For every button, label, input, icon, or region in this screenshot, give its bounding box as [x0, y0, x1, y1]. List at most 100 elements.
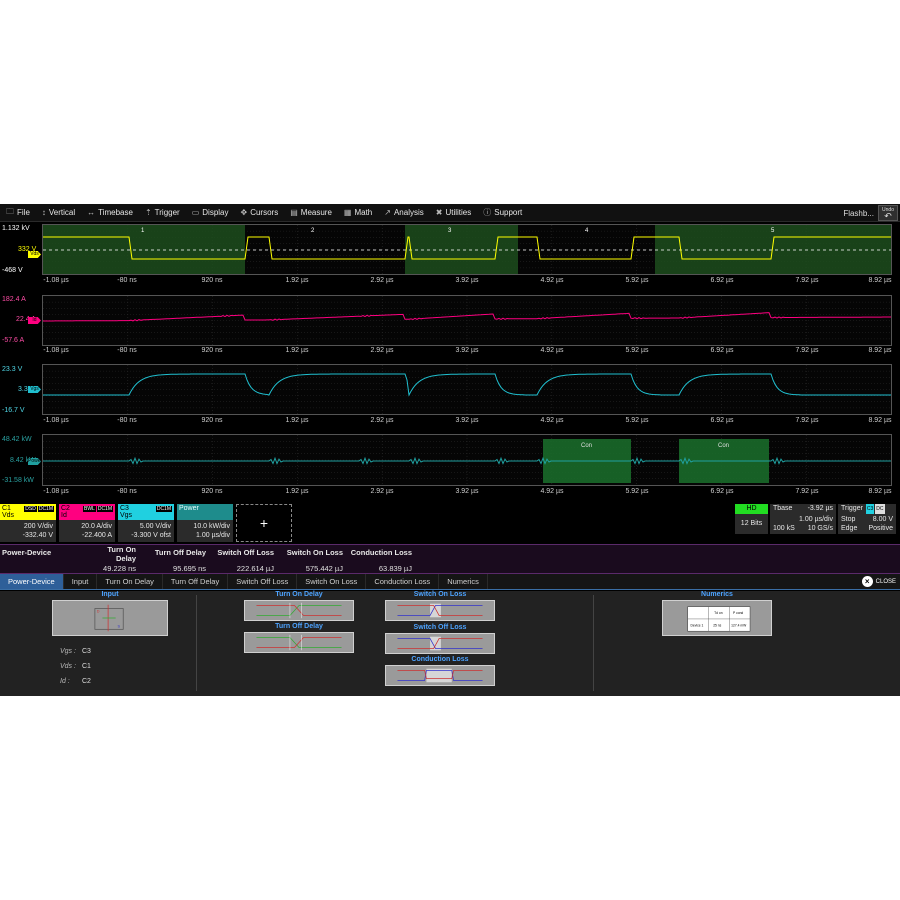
vds-grid[interactable]: 12345: [42, 224, 892, 275]
vds-top-label: 1.132 kV: [2, 225, 30, 232]
channel-id: C1: [2, 505, 11, 512]
conduction-loss-thumbnail[interactable]: [385, 665, 495, 686]
timebase-status[interactable]: Tbase -3.92 µs 1.00 µs/div 100 kS 10 GS/s: [770, 504, 836, 534]
vgs-source[interactable]: Vgs : C3: [60, 648, 91, 655]
vgs-bot-label: -16.7 V: [2, 407, 25, 414]
time-axis-3: -1.08 µs -80 ns 920 ns 1.92 µs 2.92 µs 3.92 µ…: [42, 417, 892, 426]
numerics-header-2: P cond: [733, 611, 743, 615]
conduction-loss-value[interactable]: 63.839 µJ: [344, 564, 412, 573]
switch-off-loss-thumbnail[interactable]: [385, 633, 495, 654]
id-grid[interactable]: [42, 295, 892, 346]
input-schematic-thumbnail[interactable]: D S: [52, 600, 168, 636]
channel-offset: 1.00 µs/div: [196, 532, 230, 539]
numerics-thumbnail[interactable]: Td on P cond Device 1 25 ns 127.4 mW: [662, 600, 772, 636]
channel-c1-header: C1 DSD DC1M Vds: [0, 504, 56, 520]
menu-vertical[interactable]: ↕ Vertical: [36, 204, 81, 222]
time-axis-1: -1.08 µs -80 ns 920 ns 1.92 µs 2.92 µs 3.92 µ…: [42, 277, 892, 286]
menu-trigger[interactable]: ⇡ Trigger: [139, 204, 186, 222]
menu-label: Analysis: [393, 208, 424, 217]
tab-switch-off-loss[interactable]: Switch Off Loss: [228, 574, 298, 589]
menu-utilities[interactable]: ✖ Utilities: [430, 204, 477, 222]
channel-id: C3: [120, 505, 129, 512]
time-tick-label: 5.92 µs: [625, 347, 649, 354]
turn-off-delay-header: Turn Off Delay: [154, 548, 206, 557]
switch-on-loss-thumbnail[interactable]: [385, 600, 495, 621]
time-tick-label: 3.92 µs: [455, 417, 479, 424]
time-tick-label: 4.92 µs: [540, 417, 564, 424]
channel-name: Vgs: [120, 512, 133, 519]
measurement-row-label[interactable]: Power-Device: [2, 548, 51, 557]
vds-trace-marker[interactable]: Vds: [28, 251, 41, 258]
vds-source[interactable]: Vds : C1: [60, 663, 91, 670]
flashback-button[interactable]: Flashb...: [843, 209, 874, 218]
tab-numerics[interactable]: Numerics: [439, 574, 488, 589]
switch-off-loss-value[interactable]: 222.614 µJ: [212, 564, 274, 573]
undo-icon: ↶: [884, 211, 892, 221]
waveform-plot: 12345: [43, 225, 891, 274]
menu-analysis[interactable]: ↗ Analysis: [378, 204, 430, 222]
trigger-status[interactable]: Trigger C3 DC Stop 8.00 V Edge Positive: [838, 504, 896, 534]
vgs-grid[interactable]: [42, 364, 892, 415]
turn-on-delay-thumbnail[interactable]: [244, 600, 354, 621]
source-label: Id :: [60, 678, 70, 685]
menu-math[interactable]: ▦ Math: [338, 204, 378, 222]
turn-on-delay-title: Turn On Delay: [275, 591, 323, 598]
time-tick-label: -1.08 µs: [43, 277, 69, 284]
time-tick-label: -80 ns: [117, 347, 137, 354]
turn-off-delay-graphic: [256, 634, 342, 651]
vgs-trace-marker[interactable]: Vgs: [28, 386, 41, 393]
channel-power-descriptor[interactable]: Power 10.0 kW/div 1.00 µs/div: [177, 504, 233, 542]
time-tick-label: 7.92 µs: [795, 417, 819, 424]
oscilloscope-screen: 🗀 File ↕ Vertical ↔ Timebase ⇡ Trigger ▭ Disp…: [0, 204, 900, 696]
hd-status[interactable]: HD 12 Bits: [735, 504, 768, 534]
turn-off-delay-thumbnail[interactable]: [244, 632, 354, 653]
time-tick-label: 6.92 µs: [710, 347, 734, 354]
channel-tag: BWL: [82, 506, 96, 512]
tab-power-device[interactable]: Power-Device: [0, 574, 64, 589]
channel-c2-descriptor[interactable]: C2 BWL DC1M Id 20.0 A/div -22.400 A: [59, 504, 115, 542]
channel-offset: -3.300 V ofst: [131, 532, 171, 539]
channel-c3-descriptor[interactable]: C3 DC1M Vgs 5.00 V/div -3.300 V ofst: [118, 504, 174, 542]
undo-button[interactable]: Undo ↶: [878, 205, 898, 221]
turn-on-delay-value[interactable]: 49.228 ns: [90, 564, 136, 573]
menu-file[interactable]: 🗀 File: [0, 204, 36, 222]
turn-off-delay-value[interactable]: 95.695 ns: [146, 564, 206, 573]
power-trace-marker[interactable]: Power: [28, 458, 41, 465]
id-source[interactable]: Id : C2: [60, 678, 91, 685]
channel-offset: -22.400 A: [82, 532, 112, 539]
id-trace-marker[interactable]: Id: [28, 317, 41, 324]
channel-tag: DC1M: [96, 506, 113, 512]
menu-timebase[interactable]: ↔ Timebase: [81, 204, 139, 222]
measure-icon: ▤: [290, 208, 298, 217]
trigger-label: Trigger: [841, 505, 863, 512]
tab-input[interactable]: Input: [64, 574, 98, 589]
time-tick-label: 2.92 µs: [370, 488, 394, 495]
close-label: CLOSE: [875, 578, 896, 585]
source-value: C3: [81, 648, 91, 655]
input-section-title: Input: [101, 591, 119, 598]
tab-turn-on-delay[interactable]: Turn On Delay: [97, 574, 163, 589]
menu-display[interactable]: ▭ Display: [186, 204, 235, 222]
time-tick-label: -80 ns: [117, 277, 137, 284]
switch-on-loss-title: Switch On Loss: [413, 591, 467, 598]
add-trace-button[interactable]: +: [236, 504, 292, 542]
math-icon: ▦: [343, 208, 352, 217]
tab-turn-off-delay[interactable]: Turn Off Delay: [163, 574, 229, 589]
tab-switch-on-loss[interactable]: Switch On Loss: [297, 574, 367, 589]
channel-offset: -332.40 V: [22, 532, 53, 539]
power-grid[interactable]: Con Con: [42, 434, 892, 486]
id-bot-label: -57.6 A: [2, 337, 25, 344]
close-button[interactable]: × CLOSE: [861, 576, 896, 587]
channel-id: C2: [61, 505, 70, 512]
time-tick-label: 6.92 µs: [710, 277, 734, 284]
switch-on-loss-value[interactable]: 575.442 µJ: [278, 564, 343, 573]
menu-label: Measure: [300, 208, 332, 217]
tab-conduction-loss[interactable]: Conduction Loss: [366, 574, 440, 589]
menu-cursors[interactable]: ✥ Cursors: [235, 204, 285, 222]
source-label: Vgs :: [60, 648, 76, 655]
menu-support[interactable]: ⓘ Support: [477, 204, 528, 222]
time-tick-label: 4.92 µs: [540, 277, 564, 284]
menu-measure[interactable]: ▤ Measure: [284, 204, 338, 222]
channel-c1-descriptor[interactable]: C1 DSD DC1M Vds 200 V/div -332.40 V: [0, 504, 56, 542]
trigger-icon: ⇡: [144, 208, 152, 217]
